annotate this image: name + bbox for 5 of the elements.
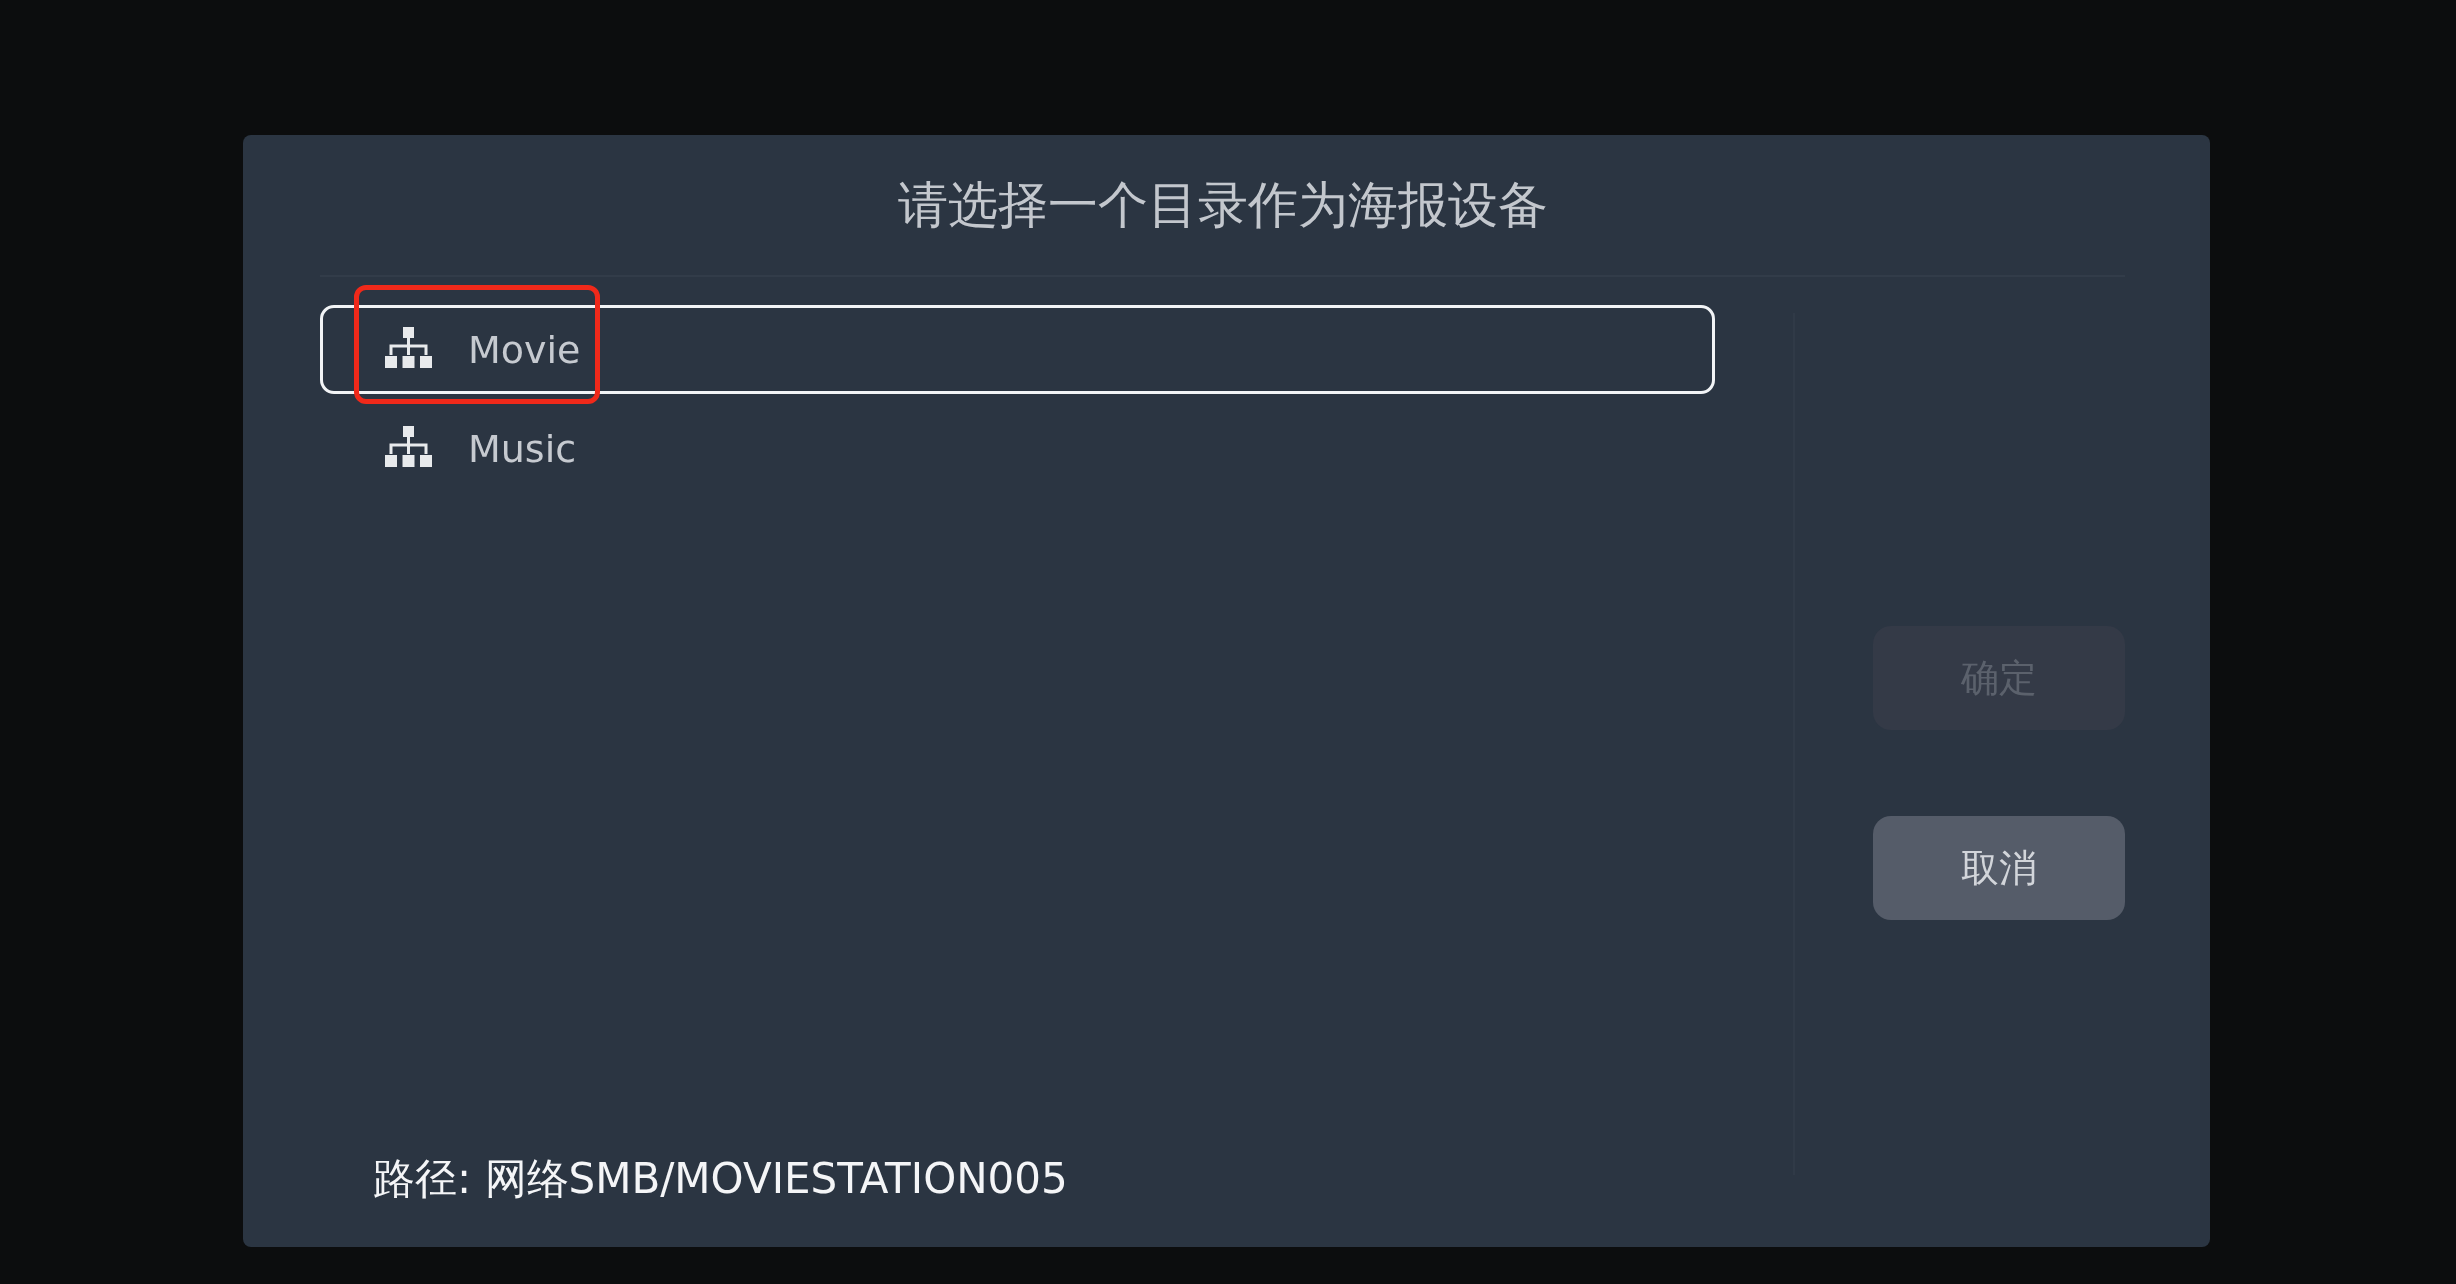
path-text: 路径: 网络SMB/MOVIESTATION005 [372,1153,1069,1205]
folder-item[interactable]: Movie [320,305,1715,394]
cancel-button[interactable]: 取消 [1873,816,2125,920]
folder-item[interactable]: Music [320,404,1715,493]
dialog-title: 请选择一个目录作为海报设备 [896,174,1549,236]
